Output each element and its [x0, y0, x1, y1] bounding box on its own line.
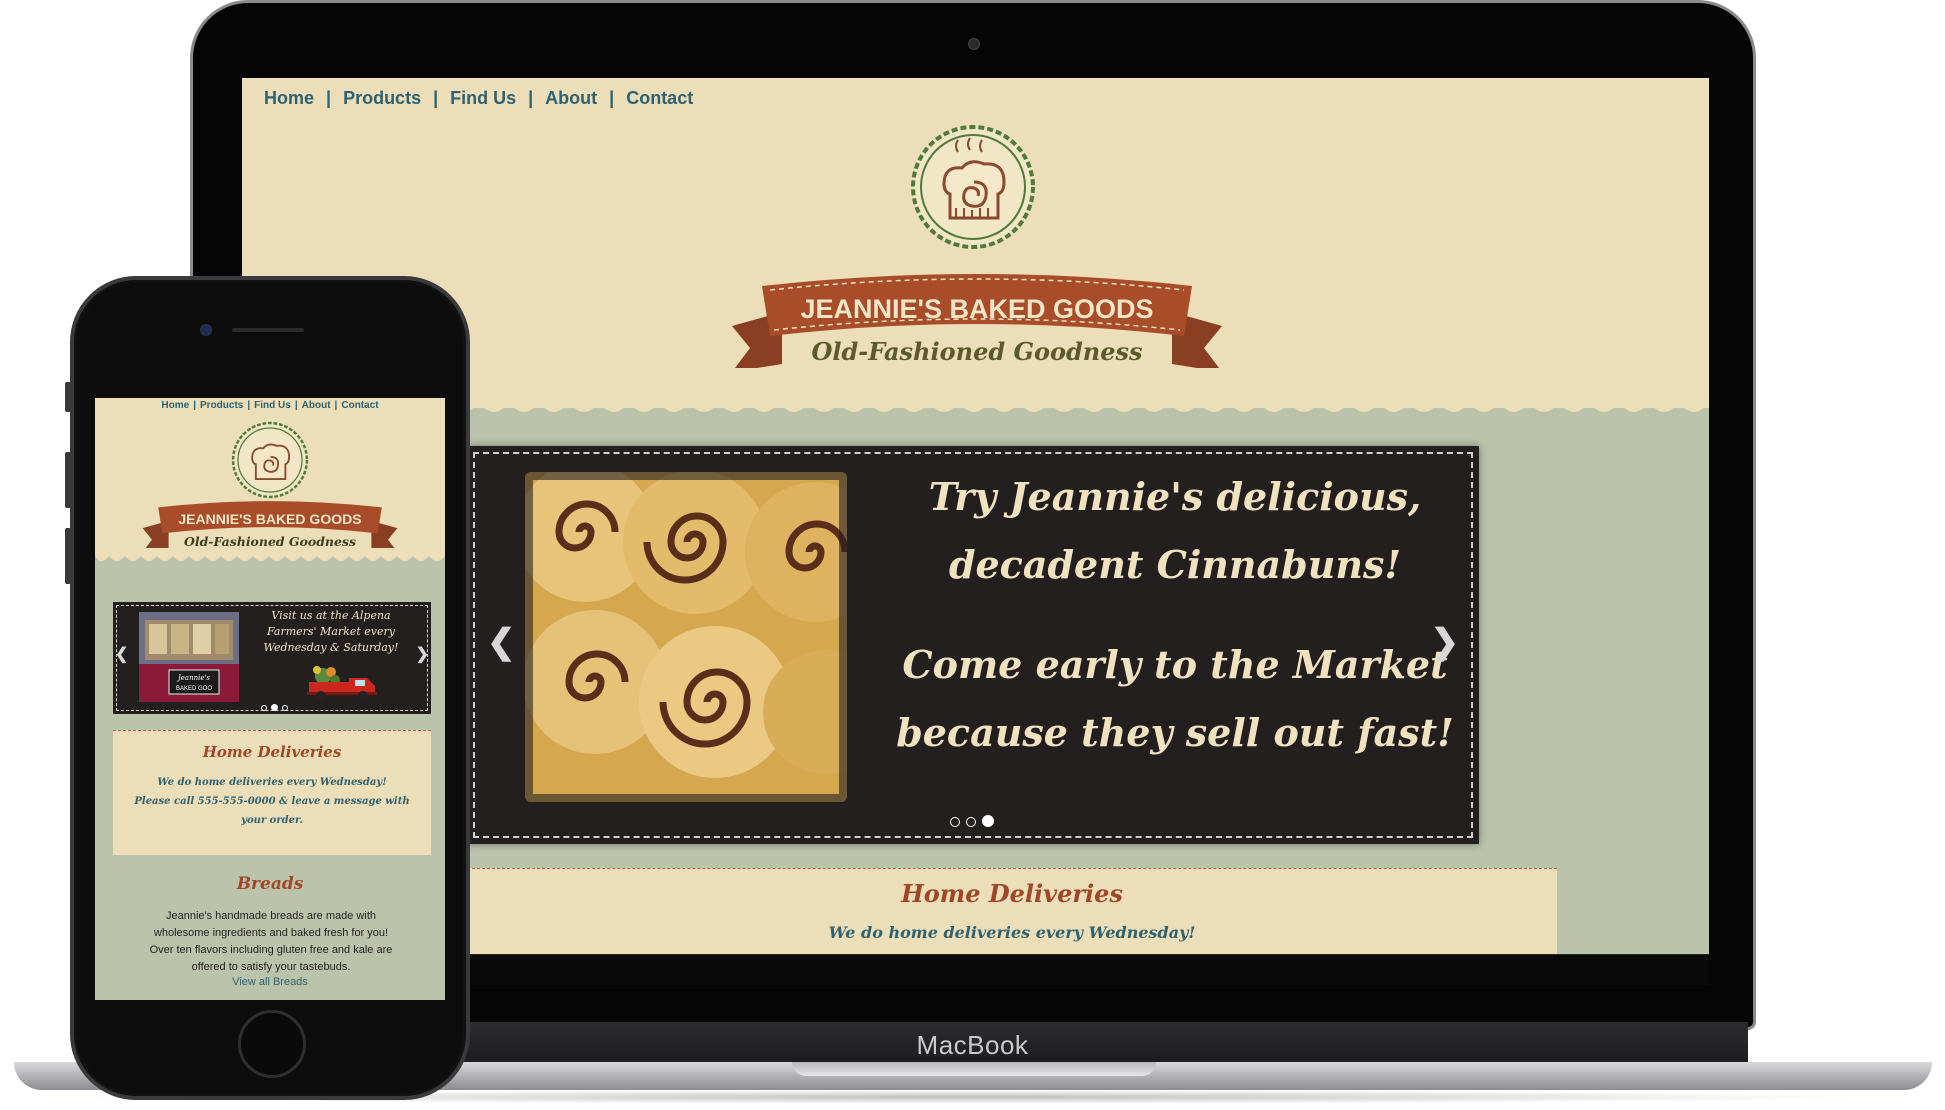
nav-find-us[interactable]: Find Us [254, 400, 291, 411]
nav-separator: | [528, 88, 534, 108]
mobile-hero-slider[interactable]: Jeannie's BAKED GOO Visit us at the Alpe… [113, 602, 431, 714]
nav-products[interactable]: Products [343, 88, 421, 109]
mobile-home-deliveries-card: Home Deliveries We do home deliveries ev… [113, 730, 431, 855]
slider-dot[interactable] [282, 705, 288, 711]
mobile-site-header: Home | Products | Find Us | About | Contact JEAN… [95, 398, 445, 556]
home-deliveries-card: Home Deliveries We do home deliveries ev… [467, 868, 1557, 954]
slider-text-line: because they sell out fast! [896, 710, 1454, 755]
nav-home[interactable]: Home [264, 88, 314, 109]
nav-contact[interactable]: Contact [626, 88, 693, 109]
slider-dot[interactable] [261, 705, 267, 711]
brand-ribbon: JEANNIE'S BAKED GOODS Old-Fashioned Good… [142, 501, 398, 550]
nav-contact[interactable]: Contact [341, 400, 378, 411]
slider-dot[interactable] [966, 817, 976, 827]
slider-dot-active[interactable] [982, 815, 994, 827]
brand-name: JEANNIE'S BAKED GOODS [178, 511, 361, 527]
nav-about[interactable]: About [302, 400, 331, 411]
hero-slider[interactable]: Try Jeannie's delicious, decadent Cinnab… [467, 446, 1479, 844]
phone-home-button[interactable] [238, 1010, 306, 1078]
mobile-slider-text: Visit us at the Alpena Farmers' Market e… [263, 609, 399, 654]
deliveries-title: Home Deliveries [901, 879, 1123, 908]
chevron-right-icon[interactable]: ❯ [1431, 622, 1460, 662]
deliveries-line: Please call 555-555-0000 & leave a messa… [134, 796, 410, 826]
deliveries-title: Home Deliveries [202, 743, 342, 761]
slider-text-line: Try Jeannie's delicious, [928, 474, 1422, 519]
nav-separator: | [326, 88, 332, 108]
slider-dots [947, 814, 997, 832]
nav-find-us[interactable]: Find Us [450, 88, 516, 109]
chevron-left-icon[interactable]: ❮ [487, 622, 516, 662]
deliveries-text: We do home deliveries every Wednesday! P… [123, 773, 421, 830]
deliveries-line: We do home deliveries every Wednesday! [157, 777, 387, 788]
chevron-left-icon[interactable]: ❮ [115, 644, 128, 664]
nav-separator: | [334, 400, 338, 411]
mobile-nav: Home | Products | Find Us | About | Contact [95, 400, 445, 411]
phone-camera [200, 324, 212, 336]
main-nav: Home | Products | Find Us | About | Contact [264, 88, 693, 109]
scallop-border [95, 548, 445, 561]
brand-tagline: Old-Fashioned Goodness [811, 337, 1143, 366]
nav-separator: | [609, 88, 615, 108]
nav-about[interactable]: About [545, 88, 597, 109]
brand-ribbon: JEANNIE'S BAKED GOODS Old-Fashioned Good… [732, 274, 1222, 368]
view-all-breads-link[interactable]: View all Breads [95, 976, 445, 988]
truck-flowers-icon [307, 666, 377, 701]
bread-logo-icon[interactable] [908, 122, 1038, 252]
slider-dots [259, 698, 290, 716]
deliveries-text: We do home deliveries every Wednesday! [828, 923, 1196, 942]
brand-tagline: Old-Fashioned Goodness [184, 534, 356, 549]
nav-separator: | [247, 400, 251, 411]
brand-name: JEANNIE'S BAKED GOODS [801, 294, 1154, 324]
breads-description: Jeannie's handmade breads are made with … [149, 910, 393, 973]
nav-products[interactable]: Products [200, 400, 243, 411]
bread-logo-icon[interactable] [230, 420, 310, 500]
slider-text-line: decadent Cinnabuns! [948, 542, 1402, 587]
svg-text:Jeannie's: Jeannie's [176, 674, 210, 682]
laptop-notch [792, 1062, 1156, 1076]
nav-home[interactable]: Home [161, 400, 189, 411]
chevron-right-icon[interactable]: ❯ [416, 644, 429, 664]
slider-dot-active[interactable] [271, 704, 278, 711]
slider-text-line: Come early to the Market [902, 642, 1448, 687]
market-booth-photo: Jeannie's BAKED GOO [139, 612, 239, 702]
cinnamon-rolls-photo [525, 472, 847, 802]
nav-separator: | [433, 88, 439, 108]
breads-title: Breads [236, 874, 304, 894]
svg-text:BAKED GOO: BAKED GOO [176, 686, 212, 692]
nav-separator: | [294, 400, 298, 411]
slider-dot[interactable] [950, 817, 960, 827]
mobile-website: Home | Products | Find Us | About | Contact JEAN… [95, 398, 445, 1000]
nav-separator: | [193, 400, 197, 411]
laptop-camera [968, 38, 980, 50]
phone-speaker [232, 328, 304, 332]
